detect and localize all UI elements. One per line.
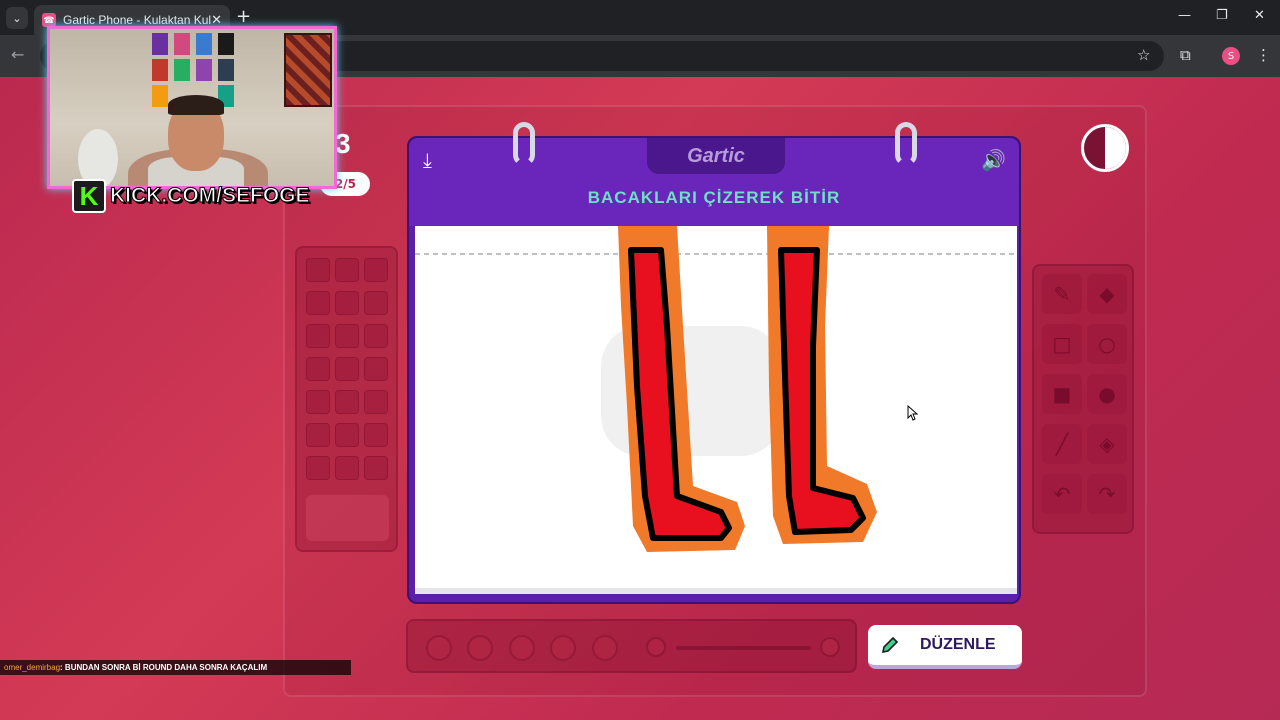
drawing-prompt: BACAKLARI ÇİZEREK BİTİR <box>587 188 841 207</box>
edit-button[interactable]: DÜZENLE <box>868 625 1022 669</box>
color-swatch[interactable] <box>364 423 388 447</box>
brush-size-5[interactable] <box>592 635 618 661</box>
volume-icon[interactable]: 🔊 <box>981 148 1006 172</box>
kick-channel-badge: K KICK.COM/SEFOGE <box>72 178 314 214</box>
pencil-icon <box>881 636 899 654</box>
rectangle-outline-tool-icon[interactable]: □ <box>1042 324 1082 364</box>
tool-panel: ✎ ◆ □ ○ ■ ● ╱ ◈ ↶ ↷ <box>1032 264 1134 534</box>
gartic-logo: Gartic <box>647 138 785 174</box>
color-swatch[interactable] <box>364 357 388 381</box>
chat-username: omer_demirbag <box>4 663 61 672</box>
opacity-slider-knob[interactable] <box>820 637 840 657</box>
timer-icon <box>1081 124 1129 172</box>
wall-poster <box>196 33 212 55</box>
bookmark-star-icon[interactable]: ☆ <box>1137 46 1150 64</box>
kick-channel-url: KICK.COM/SEFOGE <box>110 184 311 208</box>
streamer-hair <box>168 95 224 115</box>
wall-poster <box>152 85 168 107</box>
drawing-canvas[interactable] <box>415 226 1017 594</box>
browser-menu-icon[interactable]: ⋮ <box>1256 46 1271 64</box>
ellipse-filled-tool-icon[interactable]: ● <box>1087 374 1127 414</box>
new-tab-button[interactable]: + <box>236 8 251 26</box>
color-swatch[interactable] <box>306 258 330 282</box>
color-swatch[interactable] <box>306 291 330 315</box>
color-swatch[interactable] <box>306 324 330 348</box>
step-counter: 3 <box>335 128 351 159</box>
wall-poster <box>196 59 212 81</box>
profile-avatar[interactable]: S <box>1222 47 1240 65</box>
minimize-icon[interactable]: — <box>1178 8 1191 23</box>
brush-size-bar <box>406 619 857 673</box>
color-swatch[interactable] <box>364 324 388 348</box>
chat-message: omer_demirbag: BUNDAN SONRA Bİ ROUND DAH… <box>0 660 351 675</box>
brush-size-4[interactable] <box>550 635 576 661</box>
notebook-ring-left <box>513 122 535 166</box>
brush-size-1[interactable] <box>426 635 452 661</box>
wall-rug <box>284 33 332 107</box>
color-swatch[interactable] <box>335 357 359 381</box>
gartic-favicon-icon: ☎ <box>42 13 56 27</box>
color-swatch[interactable] <box>335 324 359 348</box>
fill-bucket-tool-icon[interactable]: ◈ <box>1087 424 1127 464</box>
wall-poster <box>152 33 168 55</box>
chat-text: : BUNDAN SONRA Bİ ROUND DAHA SONRA KAÇAL… <box>60 663 268 672</box>
color-swatch[interactable] <box>364 291 388 315</box>
kick-logo-icon: K <box>72 179 106 213</box>
extensions-icon[interactable]: ⧉ <box>1180 46 1191 64</box>
wall-poster <box>152 59 168 81</box>
rectangle-filled-tool-icon[interactable]: ■ <box>1042 374 1082 414</box>
wall-poster <box>218 33 234 55</box>
color-swatch[interactable] <box>364 456 388 480</box>
color-swatch[interactable] <box>306 390 330 414</box>
color-swatch[interactable] <box>335 423 359 447</box>
color-swatch[interactable] <box>335 258 359 282</box>
notebook-ring-right <box>895 122 917 166</box>
color-swatch[interactable] <box>364 258 388 282</box>
tab-search-button[interactable]: ⌄ <box>6 7 28 29</box>
notebook-header: Gartic ⤓ 🔊 BACAKLARI ÇİZEREK BİTİR <box>409 138 1019 226</box>
color-swatch[interactable] <box>306 423 330 447</box>
edit-button-label: DÜZENLE <box>920 636 996 653</box>
mouse-cursor-icon <box>907 405 919 421</box>
color-swatch[interactable] <box>335 291 359 315</box>
tab-title: Gartic Phone - Kulaktan Kulağa <box>63 13 212 27</box>
undo-icon[interactable]: ↶ <box>1042 474 1082 514</box>
eraser-tool-icon[interactable]: ◆ <box>1087 274 1127 314</box>
opacity-slider[interactable] <box>676 646 811 650</box>
ellipse-outline-tool-icon[interactable]: ○ <box>1087 324 1127 364</box>
restore-icon[interactable]: ❐ <box>1216 8 1228 23</box>
wall-poster <box>174 59 190 81</box>
window-close-icon[interactable]: ✕ <box>1254 8 1265 23</box>
brush-size-2[interactable] <box>467 635 493 661</box>
color-swatch[interactable] <box>364 390 388 414</box>
color-swatch[interactable] <box>335 456 359 480</box>
line-tool-icon[interactable]: ╱ <box>1042 424 1082 464</box>
redo-icon[interactable]: ↷ <box>1087 474 1127 514</box>
back-arrow-icon[interactable]: ← <box>11 45 24 64</box>
color-swatch[interactable] <box>335 390 359 414</box>
color-swatch[interactable] <box>306 456 330 480</box>
opacity-slider-min-knob[interactable] <box>646 637 666 657</box>
pencil-tool-icon[interactable]: ✎ <box>1042 274 1082 314</box>
color-palette <box>295 246 398 552</box>
drawing-notebook: Gartic ⤓ 🔊 BACAKLARI ÇİZEREK BİTİR <box>407 122 1021 604</box>
color-swatch[interactable] <box>306 357 330 381</box>
wall-poster <box>218 59 234 81</box>
wall-poster <box>174 33 190 55</box>
brush-size-3[interactable] <box>509 635 535 661</box>
webcam-overlay <box>47 26 337 189</box>
selected-color-swatch[interactable] <box>306 495 389 541</box>
download-icon[interactable]: ⤓ <box>423 148 432 172</box>
